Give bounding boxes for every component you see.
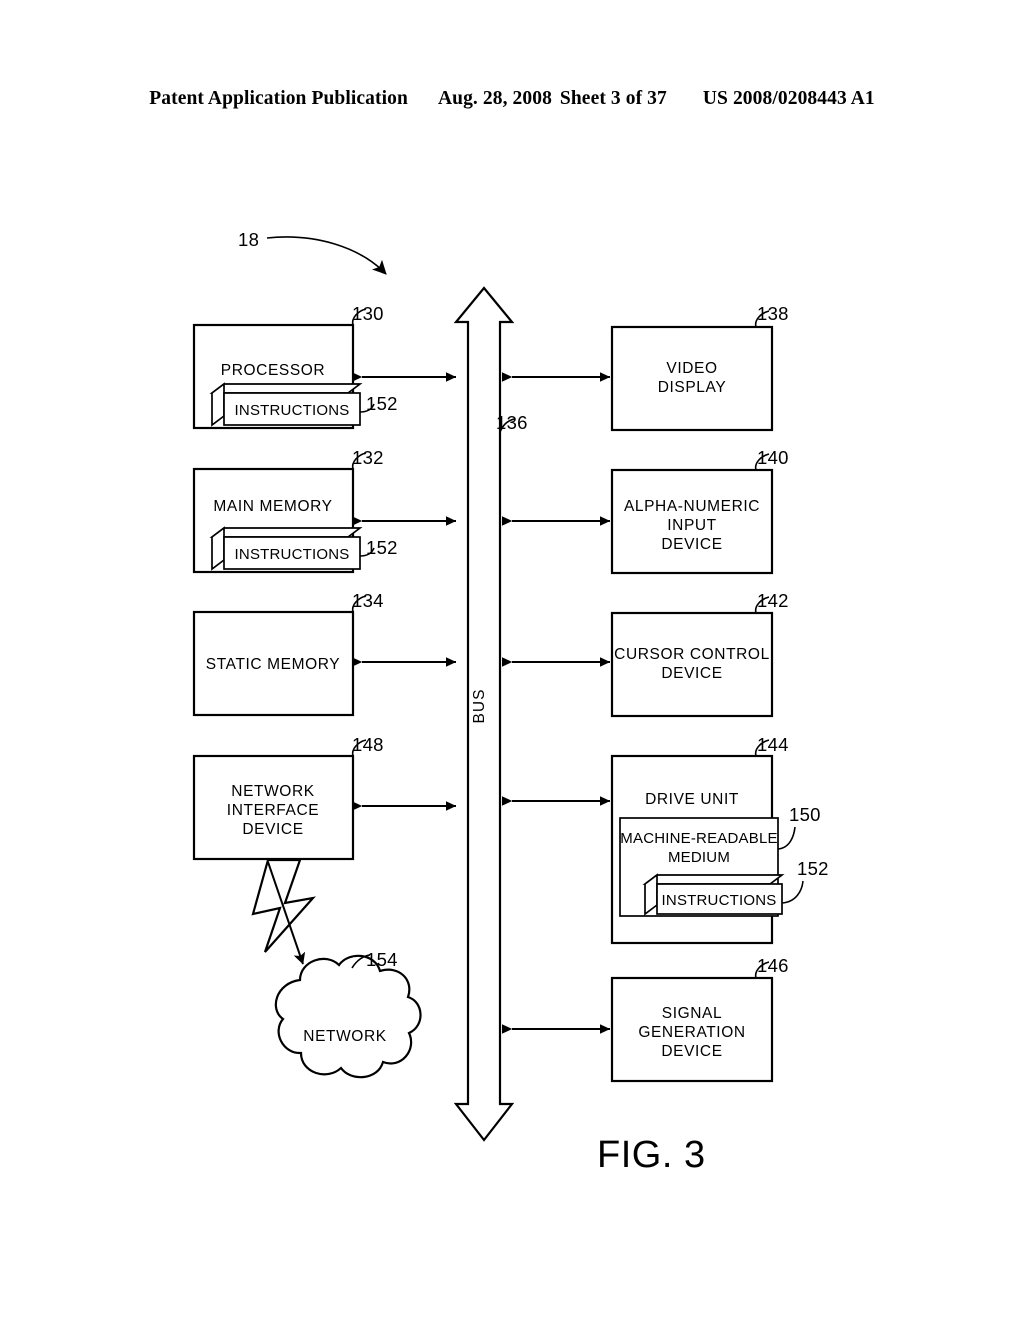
drive-unit-instructions-label: INSTRUCTIONS (662, 892, 777, 909)
ref-main-memory-132: 132 (352, 447, 384, 468)
alpha-numeric-input-device-label-line-3: DEVICE (661, 536, 722, 553)
network-interface-device-label-line-2: INTERFACE (227, 802, 319, 819)
video-display-label-line-2: DISPLAY (658, 379, 727, 396)
node-network-cloud: NETWORK 154 (274, 949, 422, 1079)
video-display-label-line-1: VIDEO (666, 360, 717, 377)
node-main-memory: MAIN MEMORY INSTRUCTIONS 132 152 (192, 447, 398, 574)
machine-readable-medium-ref-leader (777, 826, 796, 850)
main-memory-instructions-label: INSTRUCTIONS (235, 546, 350, 563)
main-memory-label: MAIN MEMORY (213, 498, 332, 515)
processor-instructions-top (209, 383, 363, 394)
ref-bus-136: 136 (496, 412, 528, 433)
alpha-numeric-input-device-label-line-1: ALPHA-NUMERIC (624, 498, 760, 515)
ref-system-18: 18 (238, 229, 259, 250)
node-processor: PROCESSOR INSTRUCTIONS 130 152 (192, 303, 398, 430)
drive-unit-label: DRIVE UNIT (645, 791, 739, 808)
network-interface-device-label-line-3: DEVICE (242, 821, 303, 838)
bus-label: BUS (471, 689, 488, 724)
figure-caption: FIG. 3 (597, 1134, 706, 1176)
network-cloud-label: NETWORK (303, 1028, 386, 1045)
network-interface-device-label-line-1: NETWORK (231, 783, 314, 800)
ref-cursor-control-device-142: 142 (757, 590, 789, 611)
signal-generation-device-label-line-1: SIGNAL (662, 1005, 722, 1022)
processor-instructions-label: INSTRUCTIONS (235, 402, 350, 419)
node-network-interface-device: NETWORK INTERFACE DEVICE 148 (192, 734, 384, 861)
node-static-memory: STATIC MEMORY 134 (192, 590, 384, 717)
figure-3-diagram: 18 BUS 136 PROCESSOR INSTRUCTIONS 130 15… (192, 229, 829, 1176)
cursor-control-device-label-line-1: CURSOR CONTROL (614, 646, 770, 663)
ref-static-memory-134: 134 (352, 590, 384, 611)
drive-unit-instructions-ref-leader (781, 880, 804, 904)
main-memory-instructions-top (209, 527, 363, 538)
patent-page: Patent Application Publication Aug. 28, 2… (0, 0, 1024, 1320)
machine-readable-medium-label-line-2: MEDIUM (668, 849, 730, 866)
ref-signal-generation-device-146: 146 (757, 955, 789, 976)
machine-readable-medium-label-line-1: MACHINE-READABLE (620, 830, 777, 847)
ref-network-154: 154 (366, 949, 398, 970)
system-leader-arrow (266, 236, 387, 275)
ref-processor-130: 130 (352, 303, 384, 324)
network-cloud-shape (274, 954, 422, 1079)
ref-network-interface-device-148: 148 (352, 734, 384, 755)
ref-drive-unit-instructions-152: 152 (797, 858, 829, 879)
ref-video-display-138: 138 (757, 303, 789, 324)
ref-main-memory-instructions-152: 152 (366, 537, 398, 558)
ref-alpha-numeric-input-device-140: 140 (757, 447, 789, 468)
node-drive-unit: DRIVE UNIT MACHINE-READABLE MEDIUM INSTR… (610, 734, 829, 945)
ref-machine-readable-medium-150: 150 (789, 804, 821, 825)
cursor-control-device-label-line-2: DEVICE (661, 665, 722, 682)
node-signal-generation-device: SIGNAL GENERATION DEVICE 146 (610, 955, 789, 1083)
drive-unit-instructions-top (642, 874, 785, 885)
ref-processor-instructions-152: 152 (366, 393, 398, 414)
node-alpha-numeric-input-device: ALPHA-NUMERIC INPUT DEVICE 140 (610, 447, 789, 575)
static-memory-label: STATIC MEMORY (206, 656, 340, 673)
node-video-display: VIDEO DISPLAY 138 (610, 303, 789, 432)
alpha-numeric-input-device-label-line-2: INPUT (667, 517, 717, 534)
processor-label: PROCESSOR (221, 362, 325, 379)
signal-generation-device-label-line-2: GENERATION (638, 1024, 745, 1041)
signal-generation-device-label-line-3: DEVICE (661, 1043, 722, 1060)
node-cursor-control-device: CURSOR CONTROL DEVICE 142 (610, 590, 789, 718)
ref-drive-unit-144: 144 (757, 734, 789, 755)
